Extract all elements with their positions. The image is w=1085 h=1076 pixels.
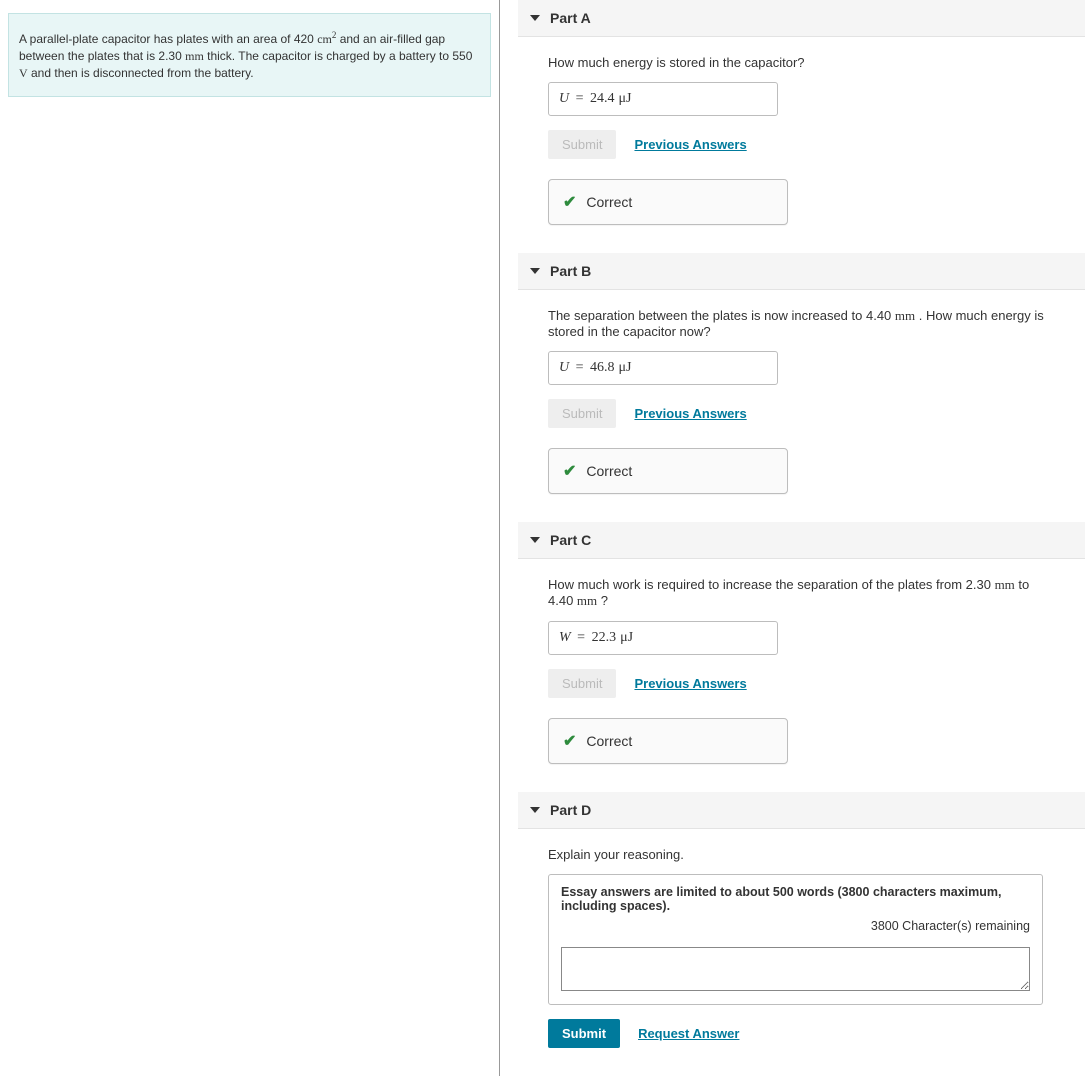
caret-down-icon bbox=[530, 268, 540, 274]
part-a-header[interactable]: Part A bbox=[518, 0, 1085, 37]
essay-note: Essay answers are limited to about 500 w… bbox=[561, 885, 1030, 913]
part-c-unit: μJ bbox=[616, 630, 633, 645]
part-b-eq: = bbox=[569, 360, 590, 375]
checkmark-icon: ✔ bbox=[563, 461, 576, 481]
part-c-prompt: How much work is required to increase th… bbox=[548, 577, 1055, 609]
part-c-var: W bbox=[559, 630, 571, 645]
part-b-feedback: ✔ Correct bbox=[548, 448, 788, 494]
info-text-end: and then is disconnected from the batter… bbox=[28, 66, 254, 80]
part-a-unit: μJ bbox=[615, 91, 632, 106]
part-c-prompt-unit1: mm bbox=[995, 577, 1015, 592]
part-a-answer: U = 24.4μJ bbox=[548, 82, 778, 116]
part-a-feedback-text: Correct bbox=[586, 194, 632, 210]
part-c-prompt-pre: How much work is required to increase th… bbox=[548, 577, 995, 592]
essay-remaining: 3800 Character(s) remaining bbox=[561, 919, 1030, 933]
part-d-prompt: Explain your reasoning. bbox=[548, 847, 1055, 862]
caret-down-icon bbox=[530, 807, 540, 813]
part-d-header[interactable]: Part D bbox=[518, 792, 1085, 829]
part-c-prompt-unit2: mm bbox=[577, 593, 597, 608]
part-c-header[interactable]: Part C bbox=[518, 522, 1085, 559]
part-c-value: 22.3 bbox=[592, 630, 617, 645]
caret-down-icon bbox=[530, 537, 540, 543]
part-d-submit-button[interactable]: Submit bbox=[548, 1019, 620, 1048]
info-box: A parallel-plate capacitor has plates wi… bbox=[8, 13, 491, 97]
checkmark-icon: ✔ bbox=[563, 731, 576, 751]
part-a-feedback: ✔ Correct bbox=[548, 179, 788, 225]
part-c: Part C How much work is required to incr… bbox=[518, 522, 1085, 764]
part-a: Part A How much energy is stored in the … bbox=[518, 0, 1085, 225]
caret-down-icon bbox=[530, 15, 540, 21]
part-b-title: Part B bbox=[550, 263, 591, 279]
part-b: Part B The separation between the plates… bbox=[518, 253, 1085, 494]
part-a-value: 24.4 bbox=[590, 91, 615, 106]
info-unit-mm: mm bbox=[185, 49, 204, 63]
answer-panel: Part A How much energy is stored in the … bbox=[500, 0, 1085, 1076]
part-b-var: U bbox=[559, 360, 569, 375]
essay-container: Essay answers are limited to about 500 w… bbox=[548, 874, 1043, 1005]
checkmark-icon: ✔ bbox=[563, 192, 576, 212]
problem-statement-panel: A parallel-plate capacitor has plates wi… bbox=[0, 0, 500, 1076]
part-d: Part D Explain your reasoning. Essay ans… bbox=[518, 792, 1085, 1048]
part-b-unit: μJ bbox=[615, 360, 632, 375]
part-c-eq: = bbox=[571, 630, 592, 645]
part-b-submit-button: Submit bbox=[548, 399, 616, 428]
part-c-previous-answers-link[interactable]: Previous Answers bbox=[634, 676, 746, 691]
part-b-prompt-pre: The separation between the plates is now… bbox=[548, 308, 895, 323]
part-a-previous-answers-link[interactable]: Previous Answers bbox=[634, 137, 746, 152]
part-b-value: 46.8 bbox=[590, 360, 615, 375]
part-b-answer: U = 46.8μJ bbox=[548, 351, 778, 385]
part-b-header[interactable]: Part B bbox=[518, 253, 1085, 290]
essay-textarea[interactable] bbox=[561, 947, 1030, 991]
part-c-answer: W = 22.3μJ bbox=[548, 621, 778, 655]
part-c-prompt-post: ? bbox=[597, 593, 608, 608]
part-c-title: Part C bbox=[550, 532, 591, 548]
info-text-pre: A parallel-plate capacitor has plates wi… bbox=[19, 32, 317, 46]
info-unit-cm: cm bbox=[317, 32, 332, 46]
part-c-submit-button: Submit bbox=[548, 669, 616, 698]
part-c-feedback-text: Correct bbox=[586, 733, 632, 749]
part-a-submit-button: Submit bbox=[548, 130, 616, 159]
part-a-var: U bbox=[559, 91, 569, 106]
part-c-feedback: ✔ Correct bbox=[548, 718, 788, 764]
part-a-eq: = bbox=[569, 91, 590, 106]
part-d-request-answer-link[interactable]: Request Answer bbox=[638, 1026, 739, 1041]
part-b-prompt: The separation between the plates is now… bbox=[548, 308, 1055, 339]
part-d-title: Part D bbox=[550, 802, 591, 818]
part-b-prompt-unit: mm bbox=[895, 308, 915, 323]
part-b-previous-answers-link[interactable]: Previous Answers bbox=[634, 406, 746, 421]
part-b-feedback-text: Correct bbox=[586, 463, 632, 479]
info-unit-v: V bbox=[19, 66, 28, 80]
part-a-prompt: How much energy is stored in the capacit… bbox=[548, 55, 1055, 70]
part-a-title: Part A bbox=[550, 10, 591, 26]
info-text-mid2: thick. The capacitor is charged by a bat… bbox=[204, 49, 473, 63]
